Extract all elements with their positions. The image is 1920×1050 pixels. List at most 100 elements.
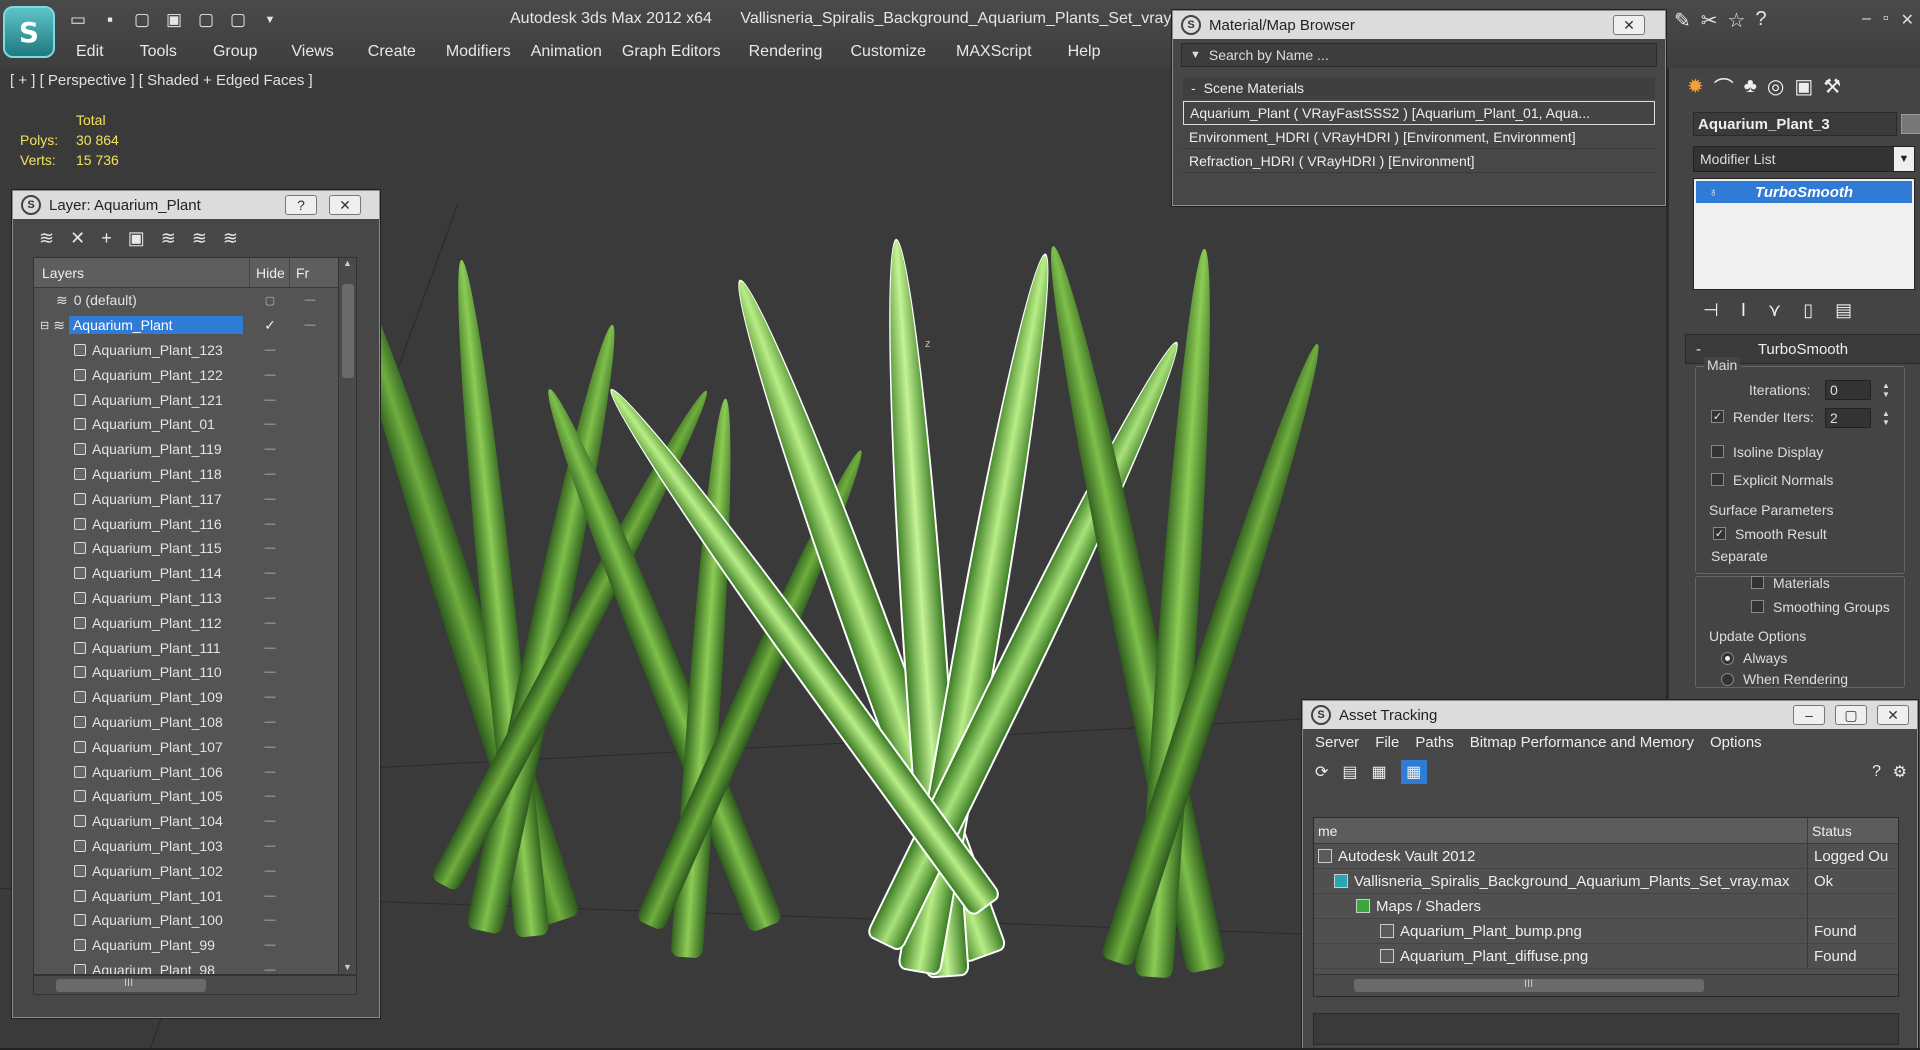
- scroll-thumb[interactable]: [342, 284, 354, 378]
- menu-file[interactable]: File: [1375, 734, 1399, 751]
- hide-toggle[interactable]: —: [250, 642, 290, 654]
- hide-toggle[interactable]: —: [250, 939, 290, 951]
- menu-options[interactable]: Options: [1710, 734, 1762, 751]
- collapse-icon[interactable]: -: [1191, 80, 1196, 96]
- create-layer-icon[interactable]: ≋: [39, 228, 54, 249]
- layer-object-row[interactable]: Aquarium_Plant_113 —: [34, 586, 356, 611]
- spinner-arrows-icon[interactable]: ▲ ▼: [1881, 380, 1891, 400]
- highlight-layer-icon[interactable]: ≋: [161, 228, 176, 249]
- refresh-icon[interactable]: ⟳: [1315, 762, 1328, 782]
- layer-object-row[interactable]: Aquarium_Plant_109 —: [34, 685, 356, 710]
- scroll-up-icon[interactable]: ▲: [339, 258, 356, 268]
- hide-toggle[interactable]: —: [250, 766, 290, 778]
- layer-object-row[interactable]: Aquarium_Plant_103 —: [34, 834, 356, 859]
- tools-icon[interactable]: ✎: [1674, 8, 1691, 33]
- hide-toggle[interactable]: —: [250, 468, 290, 480]
- undo-icon[interactable]: ▣: [162, 8, 186, 32]
- freeze-toggle[interactable]: —: [290, 319, 330, 331]
- layer-row-active[interactable]: ⊟ ≋ Aquarium_Plant ✓ —: [34, 313, 356, 338]
- layer-object-row[interactable]: Aquarium_Plant_101 —: [34, 883, 356, 908]
- link-icon[interactable]: ✂: [1701, 8, 1718, 33]
- layer-object-row[interactable]: Aquarium_Plant_116 —: [34, 511, 356, 536]
- layer-object-row[interactable]: Aquarium_Plant_98 —: [34, 958, 356, 974]
- close-button[interactable]: ✕: [329, 195, 361, 215]
- modifier-list-dropdown[interactable]: Modifier List ▼: [1693, 146, 1915, 172]
- layer-object-row[interactable]: Aquarium_Plant_100 —: [34, 908, 356, 933]
- freeze-all-icon[interactable]: ≋: [223, 228, 238, 249]
- new-icon[interactable]: ▢: [130, 8, 154, 32]
- layer-object-row[interactable]: Aquarium_Plant_105 —: [34, 784, 356, 809]
- create-tab-icon[interactable]: ✹: [1687, 74, 1704, 99]
- bulb-icon[interactable]: ♁: [1708, 185, 1717, 199]
- help-button[interactable]: ?: [285, 195, 317, 215]
- menu-create[interactable]: Create: [368, 40, 416, 64]
- hide-toggle[interactable]: —: [250, 443, 290, 455]
- menu-graph-editors[interactable]: Graph Editors: [622, 40, 721, 64]
- hide-toggle[interactable]: —: [250, 394, 290, 406]
- hide-toggle[interactable]: —: [250, 865, 290, 877]
- layer-window-titlebar[interactable]: S Layer: Aquarium_Plant ? ✕: [13, 191, 379, 219]
- hide-toggle[interactable]: —: [250, 542, 290, 554]
- menu-edit[interactable]: Edit: [76, 40, 104, 64]
- settings-icon[interactable]: ⚙: [1893, 762, 1907, 782]
- motion-tab-icon[interactable]: ◎: [1767, 74, 1784, 99]
- thumbnail-view-icon[interactable]: ▦: [1372, 762, 1387, 782]
- help-icon[interactable]: ?: [1755, 8, 1766, 33]
- layer-object-row[interactable]: Aquarium_Plant_01 —: [34, 412, 356, 437]
- layer-object-row[interactable]: Aquarium_Plant_106 —: [34, 759, 356, 784]
- modify-tab-icon[interactable]: ⌒: [1714, 72, 1734, 101]
- layer-object-row[interactable]: Aquarium_Plant_117 —: [34, 486, 356, 511]
- dropdown-icon[interactable]: ▼: [258, 8, 282, 32]
- explicit-normals-checkbox[interactable]: [1711, 473, 1724, 486]
- hide-toggle[interactable]: —: [250, 964, 290, 974]
- menu-help[interactable]: Help: [1068, 40, 1101, 64]
- menu-rendering[interactable]: Rendering: [749, 40, 823, 64]
- layer-object-row[interactable]: Aquarium_Plant_115 —: [34, 536, 356, 561]
- current-layer-check-icon[interactable]: ✓: [250, 317, 290, 334]
- hide-toggle[interactable]: —: [250, 493, 290, 505]
- layer-object-row[interactable]: Aquarium_Plant_119 —: [34, 437, 356, 462]
- hide-toggle[interactable]: —: [250, 741, 290, 753]
- remove-modifier-icon[interactable]: ▯: [1803, 300, 1813, 321]
- asset-row[interactable]: Vallisneria_Spiralis_Background_Aquarium…: [1314, 869, 1898, 894]
- menu-animation[interactable]: Animation: [531, 40, 602, 64]
- hide-toggle[interactable]: —: [250, 691, 290, 703]
- asset-row[interactable]: Aquarium_Plant_diffuse.png Found: [1314, 944, 1898, 969]
- save-icon[interactable]: ▪: [98, 8, 122, 32]
- menu-tools[interactable]: Tools: [140, 40, 177, 64]
- material-item[interactable]: Environment_HDRI ( VRayHDRI ) [Environme…: [1183, 125, 1655, 149]
- asset-horizontal-scrollbar[interactable]: III: [1314, 974, 1898, 996]
- isoline-display-checkbox[interactable]: [1711, 445, 1724, 458]
- hide-toggle[interactable]: ▢: [250, 294, 290, 307]
- render-iters-spinner[interactable]: 2: [1825, 408, 1871, 428]
- make-unique-icon[interactable]: ⋎: [1768, 300, 1781, 321]
- project-icon[interactable]: ▢: [226, 8, 250, 32]
- open-icon[interactable]: ▭: [66, 8, 90, 32]
- add-to-layer-icon[interactable]: +: [101, 228, 112, 249]
- close-button[interactable]: ✕: [1613, 15, 1645, 35]
- hide-toggle[interactable]: —: [250, 666, 290, 678]
- layer-vertical-scrollbar[interactable]: ▲ ▼: [338, 258, 356, 974]
- hierarchy-tab-icon[interactable]: ♣: [1744, 75, 1757, 98]
- material-search-input[interactable]: ▼ Search by Name ...: [1181, 43, 1657, 67]
- scene-materials-section[interactable]: - Scene Materials: [1183, 77, 1655, 99]
- hide-toggle[interactable]: —: [250, 914, 290, 926]
- menu-maxscript[interactable]: MAXScript: [956, 40, 1032, 64]
- asset-tracking-titlebar[interactable]: S Asset Tracking – ▢ ✕: [1303, 701, 1917, 729]
- minimize-icon[interactable]: –: [1862, 10, 1871, 30]
- layer-object-row[interactable]: Aquarium_Plant_107 —: [34, 734, 356, 759]
- smoothing-groups-checkbox[interactable]: [1751, 600, 1764, 613]
- layer-object-row[interactable]: Aquarium_Plant_112 —: [34, 610, 356, 635]
- list-view-icon[interactable]: ▤: [1342, 762, 1357, 782]
- table-view-icon[interactable]: ▦: [1400, 760, 1427, 784]
- configure-sets-icon[interactable]: ▤: [1835, 300, 1852, 321]
- object-color-swatch[interactable]: [1901, 114, 1920, 134]
- hide-toggle[interactable]: —: [250, 890, 290, 902]
- chevron-down-icon[interactable]: ▼: [1894, 147, 1914, 171]
- menu-bitmap-performance[interactable]: Bitmap Performance and Memory: [1470, 734, 1694, 751]
- materials-checkbox[interactable]: [1751, 576, 1764, 589]
- delete-layer-icon[interactable]: ✕: [70, 228, 85, 249]
- layer-row-default[interactable]: ≋ 0 (default) ▢ —: [34, 288, 356, 313]
- layer-object-row[interactable]: Aquarium_Plant_118 —: [34, 462, 356, 487]
- show-end-result-icon[interactable]: Ⅰ: [1741, 300, 1746, 321]
